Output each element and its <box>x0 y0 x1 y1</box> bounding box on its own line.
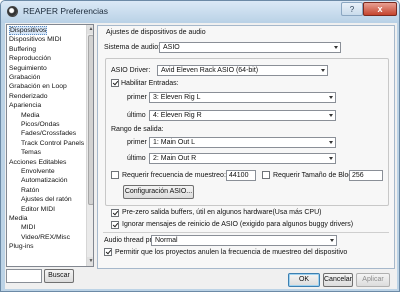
tree-item[interactable]: Plug-ins <box>9 242 34 251</box>
cancel-button[interactable]: Cancelar <box>323 273 353 287</box>
samplerate-label: Requerir frecuencia de muestreo: <box>122 172 226 179</box>
search-button[interactable]: Buscar <box>44 269 74 283</box>
outputs-last-label: último <box>127 155 146 162</box>
asio-driver-label: ASIO Driver: <box>111 67 151 74</box>
tree-item[interactable]: Media <box>9 214 28 223</box>
audio-settings-panel: Ajustes de dispositivos de audio Sistema… <box>97 25 395 269</box>
chevron-down-icon <box>334 46 338 49</box>
allow-projects-checkbox[interactable] <box>104 248 112 256</box>
thread-priority-dropdown[interactable]: Normal <box>151 235 337 246</box>
tree-item[interactable]: Seguimiento <box>9 64 47 73</box>
chevron-down-icon <box>329 114 333 117</box>
scroll-up-arrow-icon[interactable]: ▲ <box>87 25 93 34</box>
tree-item[interactable]: Buffering <box>9 45 36 54</box>
preferences-window: REAPER Preferencias ? x Dispositivos Disp… <box>0 0 400 292</box>
reaper-logo-icon <box>7 6 18 17</box>
asio-driver-dropdown[interactable]: Avid Eleven Rack ASIO (64-bit) <box>157 65 328 76</box>
section-heading: Ajustes de dispositivos de audio <box>106 29 206 36</box>
tree-item[interactable]: Renderizado <box>9 92 48 101</box>
title-bar[interactable]: REAPER Preferencias ? x <box>1 1 399 23</box>
tree-item[interactable]: Envolvente <box>21 167 55 176</box>
allow-projects-label: Permitir que los proyectos anulen la fre… <box>115 249 348 256</box>
inputs-first-dropdown[interactable]: 3: Eleven Rig L <box>149 92 336 103</box>
chevron-down-icon <box>330 239 334 242</box>
blocksize-input[interactable]: 256 <box>349 170 383 181</box>
blocksize-checkbox[interactable] <box>262 171 270 179</box>
dialog-body: Dispositivos Dispositivos MIDI Buffering Re… <box>5 23 397 289</box>
audio-system-dropdown[interactable]: ASIO <box>159 42 341 53</box>
tree-item[interactable]: Editor MIDI <box>21 205 55 214</box>
prezero-label: Pre-zero salida buffers, útil en algunos… <box>122 209 322 216</box>
search-input[interactable] <box>6 269 42 283</box>
ignore-reset-checkbox[interactable] <box>111 221 119 229</box>
inputs-first-label: primer <box>127 94 147 101</box>
ok-button[interactable]: OK <box>288 273 320 287</box>
prezero-checkbox[interactable] <box>111 209 119 217</box>
tree-list: Dispositivos Dispositivos MIDI Buffering Re… <box>7 25 86 266</box>
chevron-down-icon <box>321 69 325 72</box>
tree-item[interactable]: Ratón <box>21 186 39 195</box>
tree-item[interactable]: Temas <box>21 148 41 157</box>
chevron-down-icon <box>329 96 333 99</box>
tree-item[interactable]: Media <box>21 111 40 120</box>
apply-button[interactable]: Aplicar <box>356 273 390 287</box>
tree-item[interactable]: Acciones Editables <box>9 158 66 167</box>
outputs-first-dropdown[interactable]: 1: Main Out L <box>149 137 336 148</box>
outputs-heading: Rango de salida: <box>111 126 164 133</box>
tree-item[interactable]: Apariencia <box>9 101 41 110</box>
enable-inputs-label: Habilitar Entradas: <box>121 80 179 87</box>
enable-inputs-checkbox[interactable] <box>111 79 119 87</box>
tree-item[interactable]: Picos/Ondas <box>21 120 60 129</box>
tree-item[interactable]: Track Control Panels <box>21 139 84 148</box>
tree-item[interactable]: Dispositivos MIDI <box>9 35 62 44</box>
tree-item[interactable]: Video/REX/Misc <box>21 233 70 242</box>
samplerate-input[interactable]: 44100 <box>226 170 256 181</box>
divider <box>103 232 389 233</box>
tree-item[interactable]: Grabación en Loop <box>9 82 67 91</box>
tree-scrollbar[interactable]: ▲ ▼ <box>86 25 93 266</box>
scroll-down-arrow-icon[interactable]: ▼ <box>87 257 93 266</box>
tree-item[interactable]: Dispositivos <box>9 26 48 35</box>
help-button[interactable]: ? <box>341 2 363 16</box>
scroll-thumb[interactable] <box>88 35 93 205</box>
chevron-down-icon <box>329 141 333 144</box>
tree-item[interactable]: Fades/Crossfades <box>21 129 76 138</box>
samplerate-checkbox[interactable] <box>111 171 119 179</box>
inputs-last-dropdown[interactable]: 4: Eleven Rig R <box>149 110 336 121</box>
close-button[interactable]: x <box>363 2 397 16</box>
preferences-tree[interactable]: Dispositivos Dispositivos MIDI Buffering Re… <box>6 24 94 267</box>
tree-item[interactable]: Grabación <box>9 73 40 82</box>
window-title: REAPER Preferencias <box>23 6 109 16</box>
audio-system-label: Sistema de audio: <box>104 44 161 51</box>
outputs-last-dropdown[interactable]: 2: Main Out R <box>149 153 336 164</box>
tree-item[interactable]: Reproducción <box>9 54 51 63</box>
inputs-last-label: último <box>127 112 146 119</box>
ignore-reset-label: Ignorar mensajes de reinicio de ASIO (ex… <box>122 221 354 228</box>
chevron-down-icon <box>329 157 333 160</box>
tree-item[interactable]: MIDI <box>21 223 35 232</box>
tree-item[interactable]: Automatización <box>21 176 67 185</box>
asio-config-button[interactable]: Configuración ASIO... <box>123 185 194 199</box>
tree-item[interactable]: Ajustes del ratón <box>21 195 72 204</box>
outputs-first-label: primer <box>127 139 147 146</box>
